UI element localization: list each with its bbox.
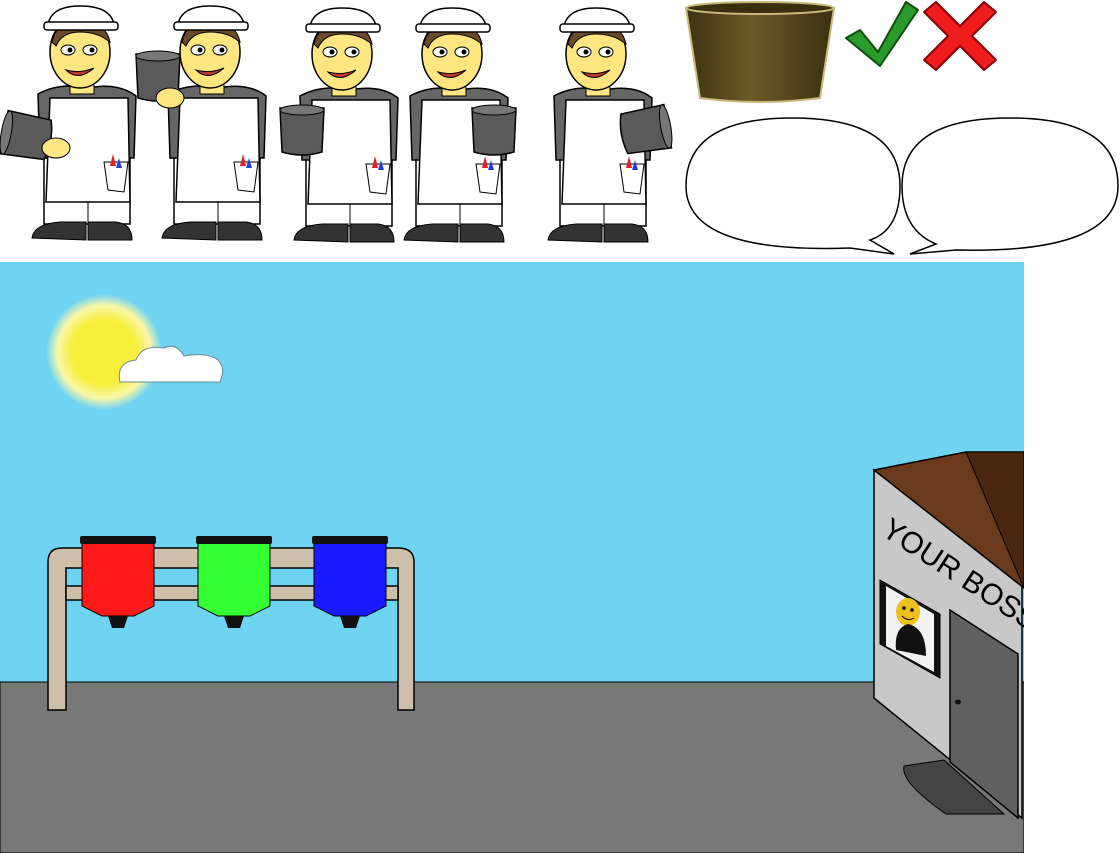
check-icon: [845, 1, 919, 67]
worker-sprite-3: [279, 7, 399, 243]
game-scene: YOUR BOSS: [0, 262, 1024, 853]
cross-icon: [923, 1, 997, 71]
worker-sprite-4: [403, 7, 517, 243]
boss-icon: [896, 598, 920, 626]
ground: [0, 681, 1024, 853]
worker-sprite-5: [547, 7, 676, 243]
worker-sprite-2: [135, 5, 267, 241]
mixing-tub-icon: [684, 1, 836, 103]
sprite-sheet: [0, 1, 1119, 255]
worker-sprite-1: [0, 5, 137, 241]
speech-bubble-left: [685, 117, 901, 255]
speech-bubble-right: [901, 117, 1119, 255]
